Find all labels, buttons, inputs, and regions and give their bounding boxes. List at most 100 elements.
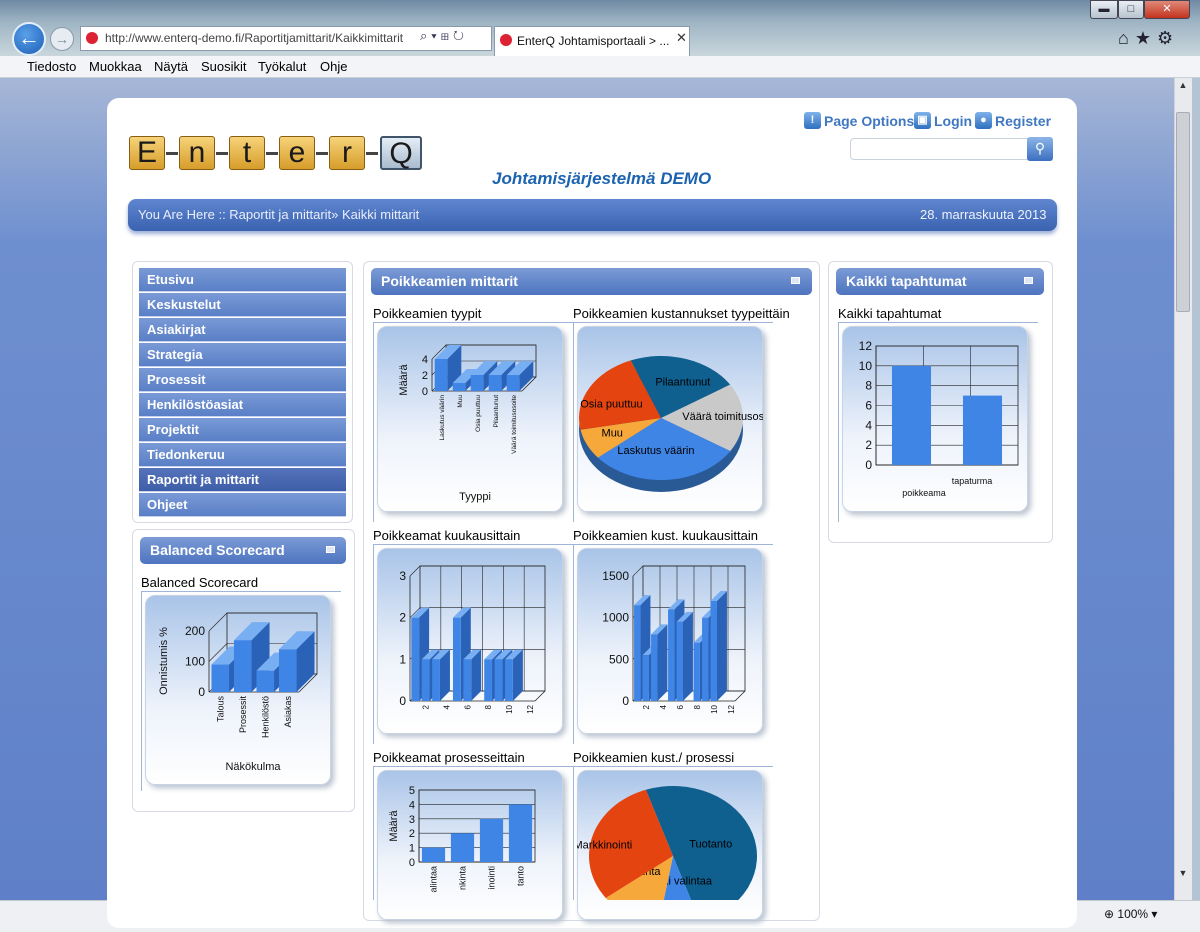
menu-nayta[interactable]: Näytä (154, 59, 188, 74)
logo-dash (166, 152, 178, 155)
bar (962, 395, 1003, 465)
browser-tools-icon[interactable]: ⌂★⚙ (1118, 28, 1179, 49)
sidebar-item-etusivu[interactable]: Etusivu (139, 268, 346, 292)
bar (484, 659, 493, 701)
bar (676, 621, 683, 701)
forward-icon[interactable]: → (50, 27, 74, 51)
sidebar-item-henkilöstöasiat[interactable]: Henkilöstöasiat (139, 393, 346, 417)
divider (373, 544, 374, 744)
menu-tyokalut[interactable]: Työkalut (258, 59, 306, 74)
logo-dash (366, 152, 378, 155)
menu-suosikit[interactable]: Suosikit (201, 59, 247, 74)
bar (452, 617, 461, 701)
x-tick-label: Asiakas (283, 696, 293, 728)
lock-icon[interactable]: ▣ (914, 112, 931, 129)
search-input[interactable] (850, 138, 1028, 160)
sidebar-item-asiakirjat[interactable]: Asiakirjat (139, 318, 346, 342)
x-tick-label: 8 (693, 704, 702, 709)
grid-line (632, 565, 644, 577)
grid-line (208, 612, 228, 632)
bar (710, 601, 717, 701)
maximize-icon[interactable]: □ (1118, 0, 1144, 19)
user-icon[interactable]: ● (975, 112, 992, 129)
chart-poikkeamat-kuukausittain: 01232 4 6 8 10 12 (399, 565, 546, 714)
page-options-icon[interactable]: ! (804, 112, 821, 129)
chart-title: Kaikki tapahtumat (838, 306, 942, 321)
bar (452, 383, 466, 391)
site-favicon-icon (86, 32, 98, 44)
y-tick-label: 4 (422, 354, 428, 366)
balanced-scorecard-header: Balanced Scorecard (140, 537, 346, 564)
x-tick-label: 12 (526, 704, 535, 713)
chart-kust-prosessi: TuotantoEi valintaaHankintaMarkkinointi (577, 786, 757, 900)
y-tick-label: 1000 (602, 611, 629, 625)
bar (233, 640, 252, 692)
bar-side (682, 611, 693, 701)
minimize-panel-icon[interactable] (1024, 277, 1033, 284)
chart-kaikki-tapahtumat: 0 2 4 6 8 10 12 poikkeama tapaturma (859, 339, 1019, 498)
y-tick-label: 4 (865, 418, 872, 432)
scroll-up-icon[interactable]: ▲ (1174, 80, 1192, 96)
y-tick-label: 100 (185, 655, 205, 669)
breadcrumb[interactable]: You Are Here :: Raportit ja mittarit» Ka… (138, 207, 419, 222)
minimize-panel-icon[interactable] (791, 277, 800, 284)
close-window-icon[interactable]: ✕ (1144, 0, 1190, 19)
bar (508, 804, 533, 862)
register-link[interactable]: Register (995, 113, 1051, 129)
bar (256, 670, 275, 692)
back-icon[interactable]: ← (12, 22, 46, 56)
scrollbar-thumb[interactable] (1176, 112, 1190, 312)
x-tick-label: 8 (484, 704, 493, 709)
sidebar-item-tiedonkeruu[interactable]: Tiedonkeruu (139, 443, 346, 467)
y-axis-label: Määrä (398, 364, 410, 396)
search-icon[interactable]: ⚲ (1027, 137, 1053, 161)
x-tick-label: Laskutus väärin (439, 395, 446, 441)
sidebar-item-raportit-ja-mittarit[interactable]: Raportit ja mittarit (139, 468, 346, 492)
menu-tiedosto[interactable]: Tiedosto (27, 59, 76, 74)
pie-label: Osia puuttuu (580, 399, 642, 411)
address-actions-icon[interactable]: ⌕▾⊞↻ (420, 28, 468, 44)
menu-ohje[interactable]: Ohje (320, 59, 347, 74)
bar (421, 659, 430, 701)
tab-close-icon[interactable]: ✕ (676, 30, 687, 46)
browser-tab[interactable]: EnterQ Johtamisportaali > ... (494, 26, 690, 56)
x-tick-label: Talous (215, 696, 225, 723)
divider (373, 766, 374, 900)
logo-letter: t (229, 136, 265, 170)
chart-balanced-scorecard: 0 100 200 Talous Prosessit Henkilöstö Asiakas N… (158, 612, 318, 773)
bar-side (716, 591, 727, 701)
pie-label: Ei valintaa (661, 875, 713, 887)
bar (488, 375, 502, 391)
x-axis (734, 690, 746, 702)
x-axis-label: Tyyppi (459, 491, 491, 503)
sidebar-item-ohjeet[interactable]: Ohjeet (139, 493, 346, 517)
y-tick-label: 3 (399, 569, 406, 583)
sidebar-item-prosessit[interactable]: Prosessit (139, 368, 346, 392)
page-options-link[interactable]: Page Options (824, 113, 914, 129)
pie-label: Pilaantunut (655, 377, 710, 389)
sidebar-item-projektit[interactable]: Projektit (139, 418, 346, 442)
y-tick-label: 2 (399, 611, 406, 625)
sidebar-item-strategia[interactable]: Strategia (139, 343, 346, 367)
login-link[interactable]: Login (934, 113, 972, 129)
y-tick-label: 10 (859, 359, 873, 373)
bar (494, 659, 503, 701)
pie-label: Muu (602, 428, 623, 440)
x-axis-label: Näkökulma (225, 761, 281, 773)
chart-poikkeamien-tyypit: 0 2 4 Laskutus väärin Muu Osia puuttuu Pilaant… (398, 344, 537, 503)
logo-dash (216, 152, 228, 155)
chart-kust-kuukausittain: 0 500 1000 1500 2 4 6 8 10 12 (602, 565, 746, 714)
x-tick-label: nkinta (458, 866, 468, 890)
bar (470, 375, 484, 391)
x-tick-label: poikkeama (902, 488, 946, 498)
bar (432, 659, 440, 701)
zoom-level[interactable]: ⊕ 100% ▾ (1104, 907, 1157, 921)
sidebar-item-keskustelut[interactable]: Keskustelut (139, 293, 346, 317)
bar (463, 659, 472, 701)
minimize-icon[interactable]: ▬ (1090, 0, 1118, 19)
y-tick-label: 0 (409, 857, 415, 869)
minimize-panel-icon[interactable] (326, 546, 335, 553)
menu-muokkaa[interactable]: Muokkaa (89, 59, 142, 74)
divider (838, 322, 839, 522)
scroll-down-icon[interactable]: ▼ (1174, 868, 1192, 884)
